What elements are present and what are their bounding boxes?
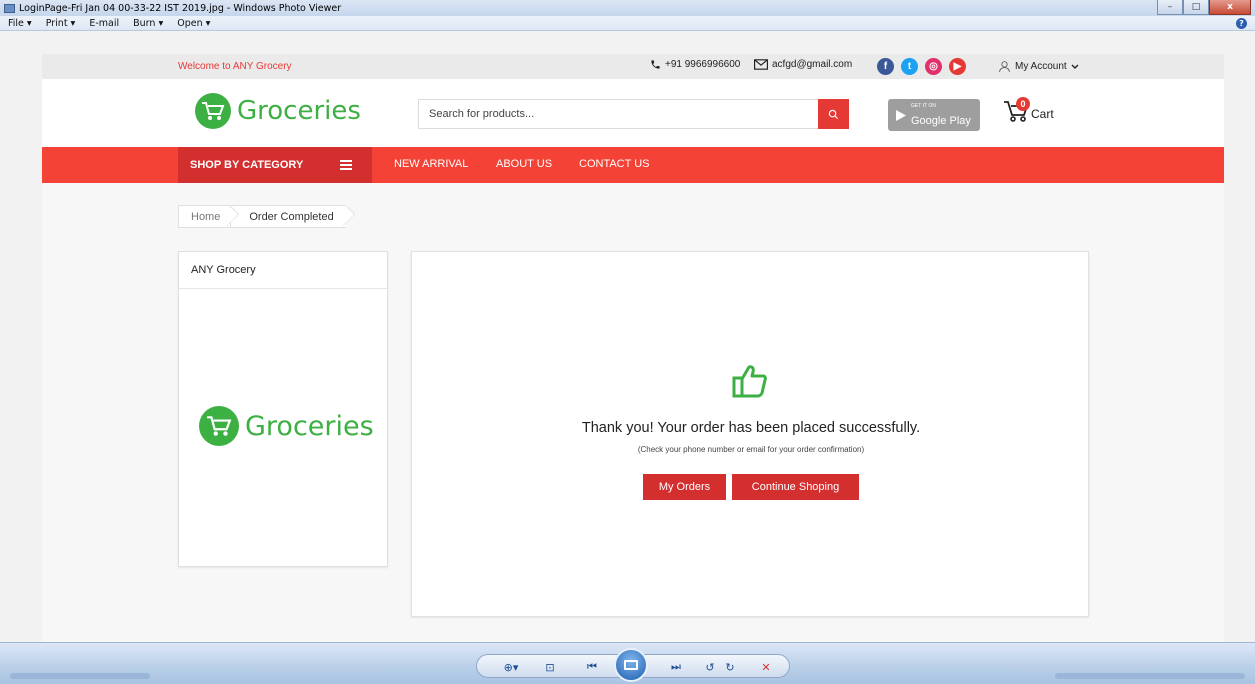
cart-label: Cart bbox=[1031, 107, 1054, 121]
logo-text: Groceries bbox=[237, 96, 361, 126]
user-icon bbox=[999, 61, 1010, 72]
play-store-icon bbox=[896, 109, 906, 121]
rotate-right-icon[interactable]: ↻ bbox=[723, 659, 737, 675]
cart-logo-icon bbox=[195, 93, 231, 129]
status-bar-right bbox=[1055, 673, 1245, 679]
slideshow-icon bbox=[624, 660, 638, 670]
menu-print[interactable]: Print ▾ bbox=[46, 18, 76, 29]
store-card-title: ANY Grocery bbox=[179, 252, 387, 289]
shop-by-category-button[interactable]: SHOP BY CATEGORY bbox=[178, 147, 372, 183]
store-logo: Groceries bbox=[199, 406, 374, 446]
cart-logo-icon bbox=[199, 406, 239, 446]
phone-number: +91 9966996600 bbox=[665, 59, 741, 70]
facebook-icon[interactable]: f bbox=[877, 58, 894, 75]
close-button[interactable]: x bbox=[1209, 0, 1251, 15]
store-card: ANY Grocery Groceries bbox=[178, 251, 388, 567]
breadcrumb-home[interactable]: Home bbox=[178, 205, 231, 228]
main-nav: SHOP BY CATEGORY NEW ARRIVAL ABOUT US CO… bbox=[42, 147, 1224, 183]
nav-new-arrival[interactable]: NEW ARRIVAL bbox=[394, 158, 468, 170]
nav-contact-us[interactable]: CONTACT US bbox=[579, 158, 650, 170]
store-logo-text: Groceries bbox=[245, 410, 374, 442]
status-bar-left bbox=[10, 673, 150, 679]
social-links: f t ◎ ▶ bbox=[877, 58, 966, 75]
thumbs-up-icon bbox=[732, 365, 767, 398]
next-icon[interactable]: ⏭ bbox=[665, 659, 687, 675]
youtube-icon[interactable]: ▶ bbox=[949, 58, 966, 75]
success-message: Thank you! Your order has been placed su… bbox=[581, 420, 921, 436]
confirmation-hint: (Check your phone number or email for yo… bbox=[637, 445, 865, 454]
hamburger-icon bbox=[340, 160, 352, 170]
twitter-icon[interactable]: t bbox=[901, 58, 918, 75]
search-input[interactable] bbox=[419, 100, 814, 128]
gplay-big-text: Google Play bbox=[911, 114, 971, 127]
my-account-label: My Account bbox=[1015, 61, 1067, 72]
site-header: Groceries GET IT ON Google Play 0 Cart bbox=[42, 79, 1224, 147]
zoom-icon[interactable]: ⊕▾ bbox=[499, 659, 523, 675]
nav-about-us[interactable]: ABOUT US bbox=[496, 158, 552, 170]
top-info-bar: Welcome to ANY Grocery +91 9966996600 ac… bbox=[42, 54, 1224, 79]
menu-email[interactable]: E-mail bbox=[89, 18, 119, 29]
google-play-badge[interactable]: GET IT ON Google Play bbox=[888, 99, 980, 131]
gplay-small-text: GET IT ON bbox=[911, 102, 936, 109]
actual-size-icon[interactable]: ⊡ bbox=[543, 659, 557, 675]
email-contact[interactable]: acfgd@gmail.com bbox=[754, 59, 852, 70]
maximize-button[interactable]: □ bbox=[1183, 0, 1209, 15]
window-titlebar: LoginPage-Fri Jan 04 00-33-22 IST 2019.j… bbox=[0, 0, 1255, 16]
site-logo[interactable]: Groceries bbox=[195, 93, 361, 129]
previous-icon[interactable]: ⏮ bbox=[581, 659, 603, 675]
welcome-text: Welcome to ANY Grocery bbox=[178, 61, 292, 72]
menu-open[interactable]: Open ▾ bbox=[177, 18, 210, 29]
category-label: SHOP BY CATEGORY bbox=[190, 159, 304, 171]
search-button[interactable] bbox=[818, 99, 849, 129]
slideshow-button[interactable] bbox=[614, 648, 648, 682]
viewer-toolbar: ⊕▾ ⊡ ⏮ ⏭ ↺ ↻ ✕ bbox=[0, 642, 1255, 684]
menu-file[interactable]: File ▾ bbox=[8, 18, 32, 29]
continue-shopping-button[interactable]: Continue Shoping bbox=[732, 474, 859, 500]
breadcrumb: Home Order Completed bbox=[178, 205, 346, 228]
delete-icon[interactable]: ✕ bbox=[759, 659, 773, 675]
search-icon bbox=[828, 109, 839, 119]
help-icon[interactable]: ? bbox=[1236, 18, 1247, 29]
email-address: acfgd@gmail.com bbox=[772, 59, 853, 70]
order-confirmation-card: Thank you! Your order has been placed su… bbox=[411, 251, 1089, 617]
phone-contact[interactable]: +91 9966996600 bbox=[650, 59, 740, 70]
minimize-button[interactable]: – bbox=[1157, 0, 1183, 15]
search-bar bbox=[418, 99, 849, 129]
phone-icon bbox=[651, 60, 660, 69]
menu-bar: File ▾ Print ▾ E-mail Burn ▾ Open ▾ ? bbox=[0, 16, 1255, 31]
window-buttons: – □ x bbox=[1157, 0, 1251, 15]
photo-viewer-icon bbox=[4, 3, 15, 13]
my-account-menu[interactable]: My Account bbox=[998, 60, 1079, 73]
cart-count-badge: 0 bbox=[1016, 97, 1030, 111]
my-orders-button[interactable]: My Orders bbox=[643, 474, 726, 500]
breadcrumb-current: Order Completed bbox=[230, 205, 346, 228]
chevron-down-icon bbox=[1071, 64, 1079, 69]
instagram-icon[interactable]: ◎ bbox=[925, 58, 942, 75]
window-title: LoginPage-Fri Jan 04 00-33-22 IST 2019.j… bbox=[19, 2, 342, 14]
envelope-icon bbox=[754, 59, 768, 70]
cart-button[interactable]: 0 Cart bbox=[1003, 97, 1054, 123]
menu-burn[interactable]: Burn ▾ bbox=[133, 18, 163, 29]
rotate-left-icon[interactable]: ↺ bbox=[703, 659, 717, 675]
